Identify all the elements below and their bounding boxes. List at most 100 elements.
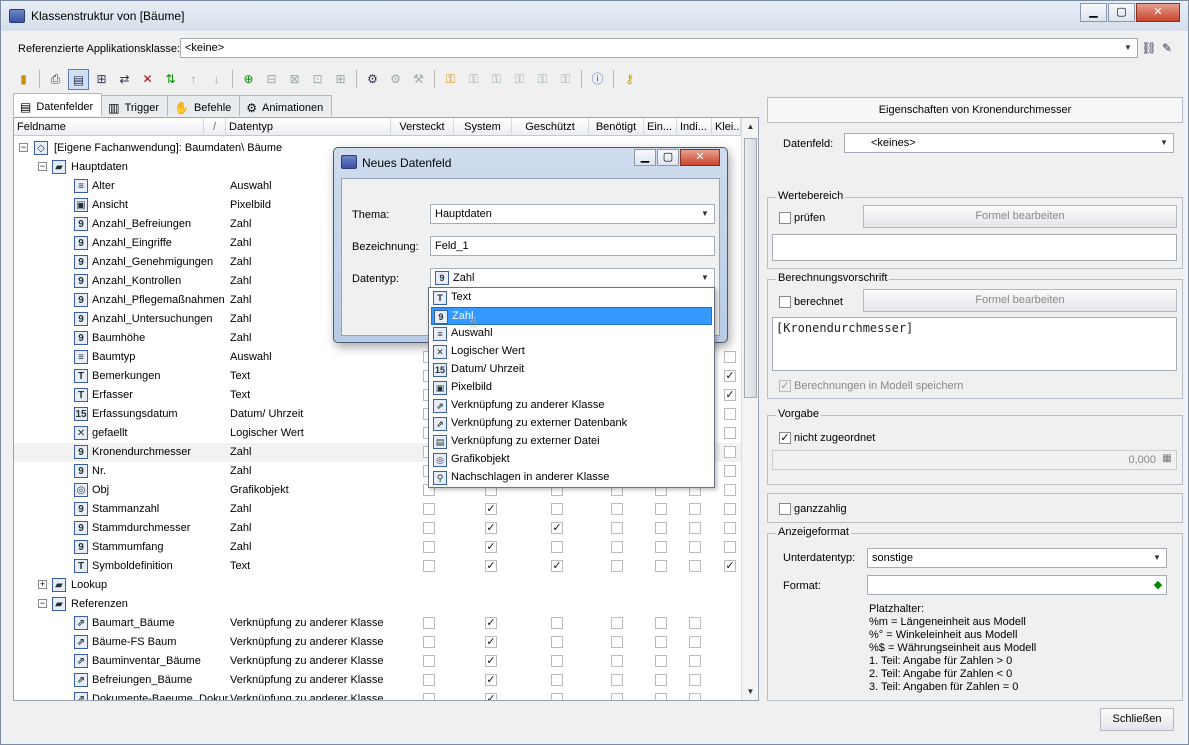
move-field-icon[interactable]: ⇄ bbox=[114, 69, 135, 90]
datentyp-option[interactable]: ▤ Verknüpfung zu externer Datei bbox=[431, 433, 712, 451]
flag-checkbox[interactable] bbox=[689, 674, 701, 686]
group-icon-3[interactable]: ⊠ bbox=[284, 69, 305, 90]
datenfeld-combo[interactable]: <keines> ▼ bbox=[844, 133, 1174, 153]
flag-checkbox[interactable] bbox=[724, 465, 736, 477]
flag-checkbox[interactable]: ✓ bbox=[485, 617, 497, 629]
table-row[interactable]: T Symboldefinition Text ✓ ✓ ✓ bbox=[14, 557, 741, 576]
scroll-down-icon[interactable]: ▼ bbox=[742, 683, 758, 700]
flag-checkbox[interactable] bbox=[611, 693, 623, 700]
maximize-button[interactable]: ▢ bbox=[1108, 3, 1135, 22]
datentyp-option[interactable]: ⇗ Verknüpfung zu externer Datenbank bbox=[431, 415, 712, 433]
flag-checkbox[interactable] bbox=[655, 674, 667, 686]
tree-expander-icon[interactable]: − bbox=[38, 162, 47, 171]
dialog-maximize-button[interactable]: ▢ bbox=[657, 149, 679, 166]
flag-checkbox[interactable] bbox=[689, 693, 701, 700]
flag-checkbox[interactable] bbox=[655, 541, 667, 553]
add-group-icon[interactable]: ⊕ bbox=[238, 69, 259, 90]
key-icon[interactable]: ⚷ bbox=[619, 69, 640, 90]
group-icon-2[interactable]: ⊟ bbox=[261, 69, 282, 90]
formula-field[interactable]: [Kronendurchmesser] bbox=[772, 317, 1177, 371]
sort-up-icon[interactable]: ↑ bbox=[183, 69, 204, 90]
flag-checkbox[interactable]: ✓ bbox=[485, 560, 497, 572]
flag-checkbox[interactable] bbox=[689, 541, 701, 553]
flag-checkbox[interactable]: ✓ bbox=[724, 370, 736, 382]
scroll-up-icon[interactable]: ▲ bbox=[742, 118, 758, 135]
lock-icon-2[interactable]: ⚿ bbox=[463, 69, 484, 90]
sort-down-icon[interactable]: ↓ bbox=[206, 69, 227, 90]
flag-checkbox[interactable]: ✓ bbox=[485, 503, 497, 515]
ref-class-combo[interactable]: <keine> ▼ bbox=[180, 38, 1138, 58]
tree-group-referenzen[interactable]: − ▰ Referenzen bbox=[14, 595, 741, 614]
lock-icon-3[interactable]: ⚿ bbox=[486, 69, 507, 90]
flag-checkbox[interactable] bbox=[655, 655, 667, 667]
table-row[interactable]: 9 Stammanzahl Zahl ✓ bbox=[14, 500, 741, 519]
flag-checkbox[interactable] bbox=[551, 674, 563, 686]
datentyp-option[interactable]: ✕ Logischer Wert bbox=[431, 343, 712, 361]
bezeichnung-input[interactable]: Feld_1 bbox=[430, 236, 715, 256]
ganzzahlig-checkbox[interactable] bbox=[779, 503, 791, 515]
flag-checkbox[interactable]: ✓ bbox=[485, 693, 497, 700]
flag-checkbox[interactable] bbox=[655, 503, 667, 515]
flag-checkbox[interactable] bbox=[689, 636, 701, 648]
flag-checkbox[interactable] bbox=[423, 503, 435, 515]
chevron-down-icon[interactable]: ▼ bbox=[697, 206, 713, 222]
chevron-down-icon[interactable]: ▼ bbox=[1120, 40, 1136, 56]
flag-checkbox[interactable] bbox=[655, 522, 667, 534]
flag-checkbox[interactable] bbox=[724, 484, 736, 496]
flag-checkbox[interactable] bbox=[689, 655, 701, 667]
sort-icon[interactable]: ⇅ bbox=[160, 69, 181, 90]
nicht-zugeordnet-checkbox[interactable]: ✓ bbox=[779, 432, 791, 444]
flag-checkbox[interactable] bbox=[655, 636, 667, 648]
flag-checkbox[interactable]: ✓ bbox=[485, 636, 497, 648]
col-feldname[interactable]: Feldname bbox=[14, 118, 204, 136]
flag-checkbox[interactable] bbox=[611, 674, 623, 686]
flag-checkbox[interactable] bbox=[611, 617, 623, 629]
flag-checkbox[interactable] bbox=[551, 541, 563, 553]
print-icon[interactable]: ⎙ bbox=[45, 69, 66, 90]
flag-checkbox[interactable] bbox=[423, 655, 435, 667]
flag-checkbox[interactable] bbox=[551, 693, 563, 700]
flag-checkbox[interactable]: ✓ bbox=[485, 541, 497, 553]
datentyp-option[interactable]: T Text bbox=[431, 289, 712, 307]
datentyp-option[interactable]: ▣ Pixelbild bbox=[431, 379, 712, 397]
berechnung-formel-button[interactable]: Formel bearbeiten bbox=[863, 289, 1177, 312]
table-row[interactable]: ⇗ Bauminventar_Bäume Verknüpfung zu andere… bbox=[14, 652, 741, 671]
close-button[interactable]: ✕ bbox=[1136, 3, 1180, 22]
minimize-button[interactable]: ▁ bbox=[1080, 3, 1107, 22]
col-geschuetzt[interactable]: Geschützt bbox=[512, 118, 589, 136]
flag-checkbox[interactable] bbox=[551, 655, 563, 667]
flag-checkbox[interactable] bbox=[724, 408, 736, 420]
exit-icon[interactable]: ▮ bbox=[13, 69, 34, 90]
datentyp-option[interactable]: ◎ Grafikobjekt bbox=[431, 451, 712, 469]
datentyp-combo[interactable]: 9 Zahl ▼ bbox=[430, 268, 715, 288]
speichern-checkbox[interactable]: ✓ bbox=[779, 380, 791, 392]
tree-expander-icon[interactable]: − bbox=[19, 143, 28, 152]
table-row[interactable]: ⇗ Dokumente-Baeume_Dokur Verknüpfung zu an… bbox=[14, 690, 741, 700]
tab-datenfelder[interactable]: ▤ Datenfelder bbox=[13, 93, 103, 116]
flag-checkbox[interactable] bbox=[724, 427, 736, 439]
flag-checkbox[interactable]: ✓ bbox=[724, 560, 736, 572]
tool-icon-1[interactable]: ⚙ bbox=[362, 69, 383, 90]
flag-checkbox[interactable] bbox=[689, 560, 701, 572]
datentyp-option[interactable]: 15 Datum/ Uhrzeit bbox=[431, 361, 712, 379]
lock-icon-5[interactable]: ⚿ bbox=[532, 69, 553, 90]
flag-checkbox[interactable] bbox=[611, 560, 623, 572]
flag-checkbox[interactable] bbox=[611, 503, 623, 515]
table-row[interactable]: 9 Stammdurchmesser Zahl ✓ ✓ bbox=[14, 519, 741, 538]
flag-checkbox[interactable] bbox=[423, 541, 435, 553]
tab-trigger[interactable]: ▥ Trigger bbox=[101, 95, 168, 116]
col-datentyp[interactable]: Datentyp bbox=[226, 118, 391, 136]
flag-checkbox[interactable]: ✓ bbox=[485, 674, 497, 686]
flag-checkbox[interactable] bbox=[724, 522, 736, 534]
berechnet-checkbox[interactable] bbox=[779, 296, 791, 308]
chevron-down-icon[interactable]: ▼ bbox=[697, 270, 713, 286]
flag-checkbox[interactable] bbox=[423, 636, 435, 648]
flag-checkbox[interactable] bbox=[724, 541, 736, 553]
flag-checkbox[interactable] bbox=[423, 674, 435, 686]
format-field[interactable] bbox=[867, 575, 1167, 595]
lock-icon[interactable]: ⚿ bbox=[440, 69, 461, 90]
flag-checkbox[interactable] bbox=[611, 522, 623, 534]
flag-checkbox[interactable] bbox=[724, 503, 736, 515]
col-versteckt[interactable]: Versteckt bbox=[391, 118, 454, 136]
link-icon[interactable]: ⛓ bbox=[1140, 39, 1158, 57]
